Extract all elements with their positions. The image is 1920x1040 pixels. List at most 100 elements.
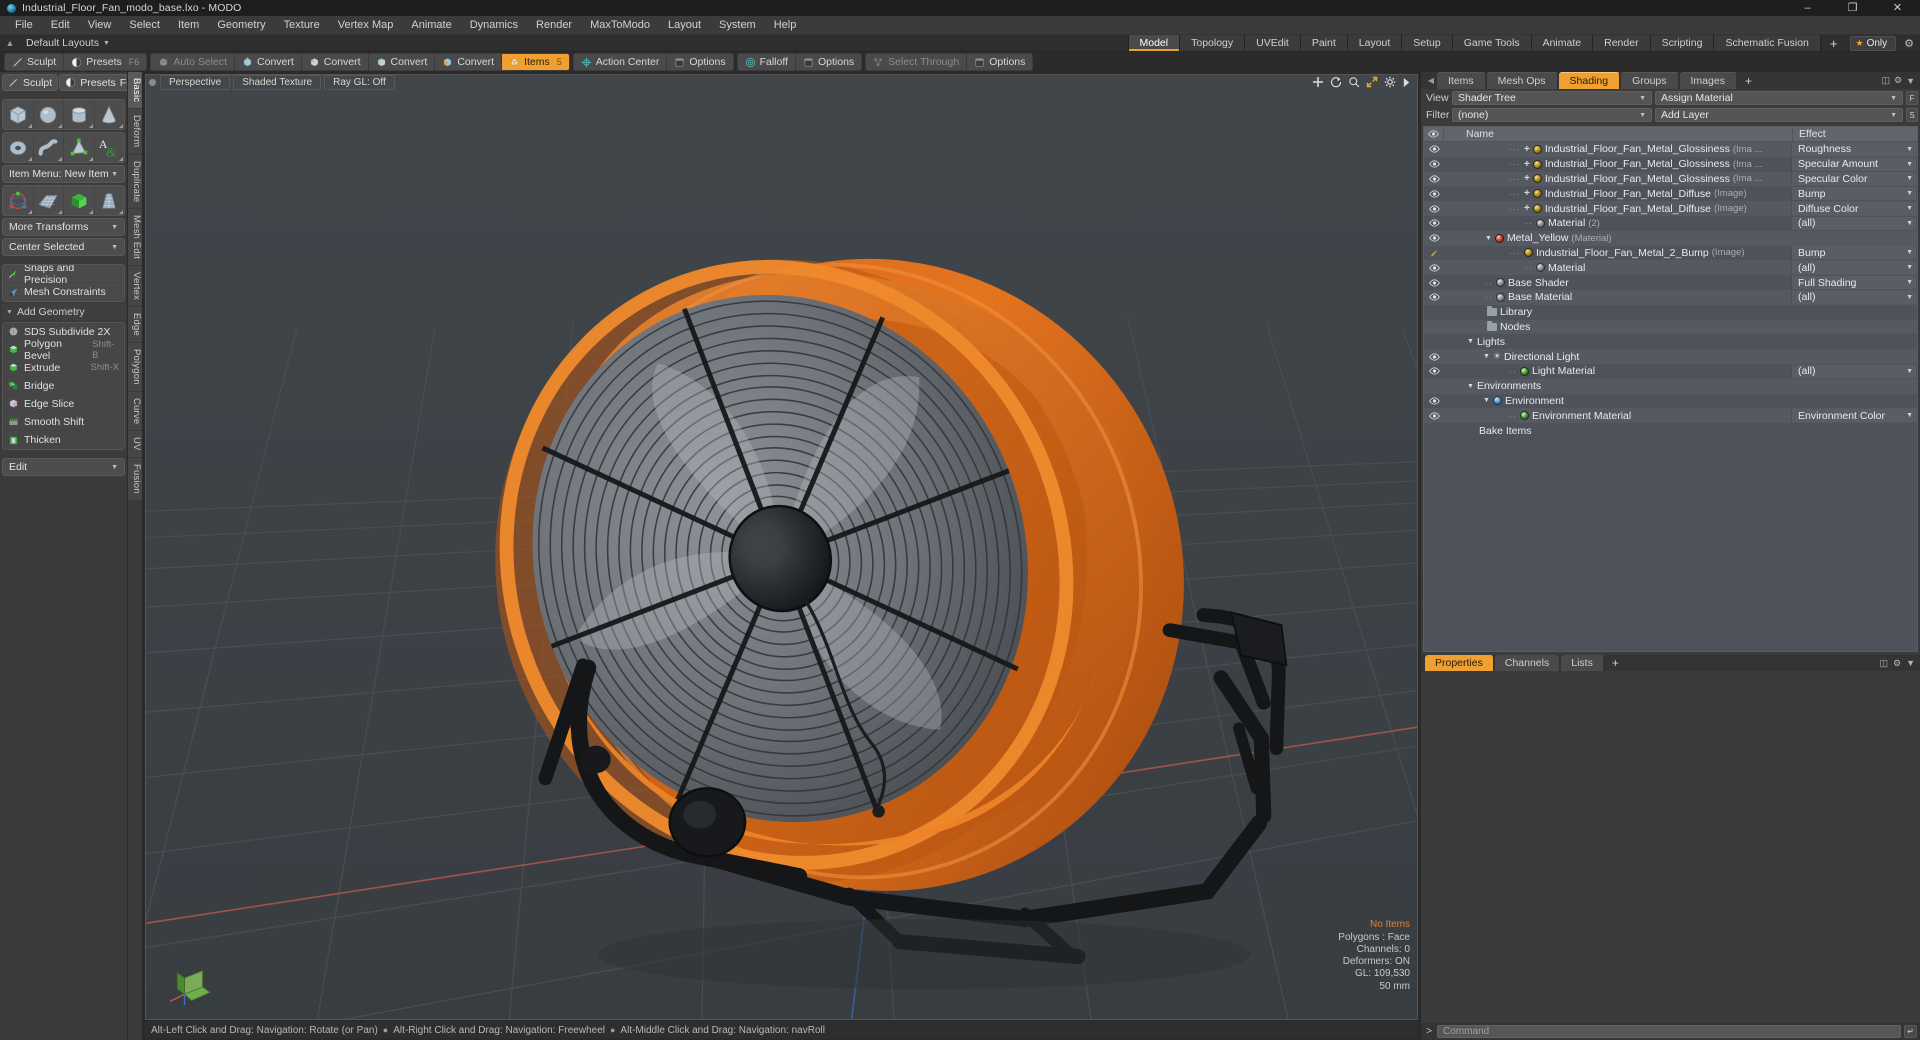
expand-plus-icon[interactable]: + — [1524, 173, 1530, 184]
auto-select-button[interactable]: Auto Select — [151, 54, 236, 70]
tab-properties[interactable]: Properties — [1425, 655, 1494, 671]
row-visibility-toggle[interactable] — [1424, 145, 1444, 154]
popout-icon[interactable]: ◫ — [1879, 658, 1888, 669]
table-row[interactable]: ▼ Lights — [1424, 334, 1917, 350]
row-effect-dropdown[interactable]: Bump ▼ — [1791, 246, 1916, 260]
sphere-primitive-button[interactable] — [34, 100, 64, 129]
row-visibility-toggle[interactable] — [1424, 234, 1444, 242]
text-primitive-button[interactable]: A & — [95, 133, 125, 162]
arrow-right-icon[interactable] — [1402, 77, 1411, 88]
table-row[interactable]: ··· + Industrial_Floor_Fan_Metal_Diffuse… — [1424, 186, 1917, 202]
center-selected-dropdown[interactable]: Center Selected ▼ — [2, 238, 125, 256]
close-button[interactable]: ✕ — [1875, 0, 1920, 16]
layout-tab-layout[interactable]: Layout — [1346, 35, 1402, 51]
row-effect-dropdown[interactable]: Specular Amount ▼ — [1791, 157, 1916, 171]
pin-icon[interactable]: ▲ — [0, 35, 20, 51]
row-visibility-toggle[interactable] — [1424, 175, 1444, 183]
row-visibility-toggle[interactable] — [1424, 412, 1444, 420]
assign-material-button[interactable]: F — [1906, 91, 1918, 105]
minimize-button[interactable]: – — [1785, 0, 1830, 16]
vtab-basic[interactable]: Basic — [128, 72, 142, 110]
tab-mesh-ops[interactable]: Mesh Ops — [1486, 72, 1558, 89]
gear-icon[interactable]: ⚙ — [1904, 37, 1914, 50]
thicken-button[interactable]: Thicken — [3, 431, 124, 449]
table-row[interactable]: ·· Light Material (all) ▼ — [1424, 363, 1917, 379]
row-visibility-toggle[interactable] — [1424, 352, 1444, 361]
row-effect-dropdown[interactable]: (all) ▼ — [1791, 364, 1916, 378]
expand-plus-icon[interactable]: + — [1524, 159, 1530, 170]
select-through-options-button[interactable]: Options — [967, 54, 1033, 70]
mesh-constraints-button[interactable]: Mesh Constraints — [3, 283, 124, 301]
add-tab-button[interactable]: + — [1738, 72, 1759, 89]
cylinder-primitive-button[interactable] — [64, 100, 95, 129]
menu-render[interactable]: Render — [527, 16, 581, 35]
layout-tab-render[interactable]: Render — [1592, 35, 1650, 51]
tab-channels[interactable]: Channels — [1494, 655, 1561, 671]
row-visibility-toggle[interactable] — [1424, 293, 1444, 302]
chevron-down-icon[interactable]: ▼ — [1906, 658, 1915, 668]
menu-edit[interactable]: Edit — [42, 16, 79, 35]
menu-vertex-map[interactable]: Vertex Map — [329, 16, 403, 35]
extrude-button[interactable]: Extrude Shift-X — [3, 359, 124, 377]
tab-images[interactable]: Images — [1679, 72, 1737, 89]
menu-item[interactable]: Item — [169, 16, 208, 35]
menu-dynamics[interactable]: Dynamics — [461, 16, 527, 35]
vtab-polygon[interactable]: Polygon — [128, 343, 142, 392]
row-visibility-toggle[interactable] — [1424, 264, 1444, 272]
row-visibility-toggle[interactable] — [1424, 204, 1444, 213]
menu-help[interactable]: Help — [765, 16, 806, 35]
select-through-button[interactable]: Select Through — [866, 54, 968, 70]
menu-animate[interactable]: Animate — [402, 16, 460, 35]
row-effect-dropdown[interactable]: Full Shading ▼ — [1791, 276, 1916, 290]
menu-file[interactable]: File — [6, 16, 42, 35]
maximize-button[interactable]: ❐ — [1830, 0, 1875, 16]
row-visibility-toggle[interactable] — [1424, 160, 1444, 168]
row-visibility-toggle[interactable] — [1424, 248, 1444, 258]
command-submit-button[interactable]: ↵ — [1904, 1025, 1917, 1038]
table-row[interactable]: ▼ Metal_Yellow (Material) — [1424, 230, 1917, 246]
convert-edge-button[interactable]: Convert — [301, 54, 369, 70]
gear-icon[interactable]: ⚙ — [1894, 75, 1902, 86]
table-row[interactable]: ··· + Industrial_Floor_Fan_Metal_Diffuse… — [1424, 201, 1917, 216]
table-row[interactable]: Nodes — [1424, 319, 1917, 335]
layout-tab-topology[interactable]: Topology — [1179, 35, 1245, 51]
popout-icon[interactable]: ◫ — [1881, 75, 1890, 86]
add-layout-button[interactable]: + — [1819, 35, 1847, 51]
table-row[interactable]: ·· Base Shader Full Shading ▼ — [1424, 275, 1917, 290]
convert-material-button[interactable]: Convert — [435, 54, 503, 70]
vtab-uv[interactable]: UV — [128, 431, 142, 458]
smooth-shift-button[interactable]: Smooth Shift — [3, 413, 124, 431]
cube-primitive-button[interactable] — [3, 100, 34, 129]
row-effect-dropdown[interactable]: Bump ▼ — [1791, 187, 1916, 201]
bridge-button[interactable]: Bridge — [3, 377, 124, 395]
menu-geometry[interactable]: Geometry — [208, 16, 274, 35]
menu-texture[interactable]: Texture — [275, 16, 329, 35]
transform-gizmo-button[interactable] — [3, 186, 34, 215]
add-props-tab-button[interactable]: + — [1605, 655, 1626, 671]
torus-primitive-button[interactable] — [3, 133, 34, 162]
edge-slice-button[interactable]: Edge Slice — [3, 395, 124, 413]
menu-view[interactable]: View — [79, 16, 121, 35]
falloff-options-button[interactable]: Options — [795, 54, 862, 70]
expand-plus-icon[interactable]: + — [1524, 188, 1530, 199]
view-dropdown[interactable]: Shader Tree ▼ — [1452, 91, 1652, 105]
convert-vertex-button[interactable]: Convert — [235, 54, 302, 70]
table-row[interactable]: Bake Items — [1424, 423, 1917, 438]
layout-tab-model[interactable]: Model — [1127, 35, 1180, 51]
triangle-down-icon[interactable]: ▼ — [1485, 235, 1492, 242]
menu-maxtomodo[interactable]: MaxToModo — [581, 16, 659, 35]
presets-button[interactable]: Presets F6 — [64, 54, 147, 70]
table-row[interactable]: ·· Material (all) ▼ — [1424, 260, 1917, 276]
assign-material-dropdown[interactable]: Assign Material ▼ — [1655, 91, 1903, 105]
vtab-duplicate[interactable]: Duplicate — [128, 154, 142, 209]
sculpt-button[interactable]: Sculpt — [5, 54, 65, 70]
table-row[interactable]: ··· + Industrial_Floor_Fan_Metal_Glossin… — [1424, 171, 1917, 187]
command-input[interactable]: Command — [1437, 1025, 1901, 1038]
row-effect-dropdown[interactable]: Specular Color ▼ — [1791, 172, 1916, 186]
layout-tab-uvedit[interactable]: UVEdit — [1244, 35, 1300, 51]
filter-dropdown[interactable]: (none) ▼ — [1452, 108, 1652, 122]
layout-tab-scripting[interactable]: Scripting — [1649, 35, 1714, 51]
polygon-bevel-button[interactable]: Polygon Bevel Shift-B — [3, 338, 124, 362]
vtab-curve[interactable]: Curve — [128, 391, 142, 432]
add-layer-button[interactable]: S — [1906, 108, 1918, 122]
